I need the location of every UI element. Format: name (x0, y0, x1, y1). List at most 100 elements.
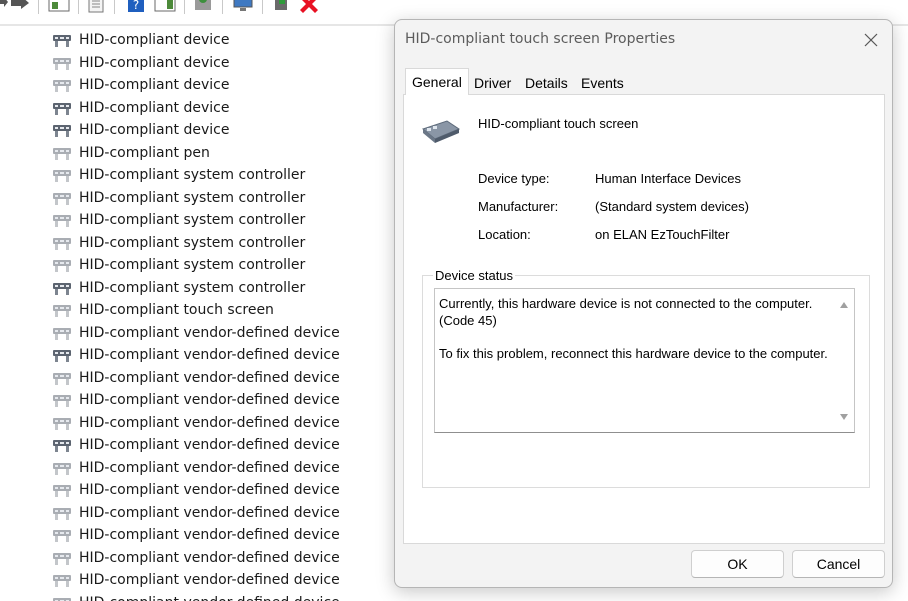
tab-driver[interactable]: Driver (474, 72, 511, 94)
close-button[interactable] (856, 26, 886, 54)
cancel-button[interactable]: Cancel (792, 550, 885, 578)
device-tree-item[interactable]: HID-compliant vendor-defined device (52, 389, 340, 411)
update-driver-icon[interactable] (272, 0, 292, 14)
device-tree-item[interactable]: HID-compliant system controller (52, 187, 305, 209)
hid-device-icon (53, 237, 71, 250)
device-type-label: Device type: (478, 171, 550, 186)
device-status-textbox[interactable]: Currently, this hardware device is not c… (434, 288, 855, 433)
dialog-titlebar[interactable]: HID-compliant touch screen Properties (395, 20, 892, 60)
device-tree-item[interactable]: HID-compliant vendor-defined device (52, 524, 340, 546)
device-tree-item[interactable]: HID-compliant system controller (52, 164, 305, 186)
hid-device-icon (53, 260, 71, 272)
device-name: HID-compliant touch screen (478, 116, 639, 131)
device-tree-item[interactable]: HID-compliant vendor-defined device (52, 502, 340, 524)
back-arrow-icon[interactable] (0, 0, 8, 14)
tab-events[interactable]: Events (581, 72, 624, 94)
action-pane-icon[interactable] (154, 0, 176, 14)
device-tree-item[interactable]: HID-compliant system controller (52, 232, 305, 254)
hid-device-icon (53, 350, 71, 362)
forward-arrow-icon[interactable] (10, 0, 30, 14)
device-tree-item[interactable]: HID-compliant device (52, 119, 229, 141)
hid-device-icon (53, 35, 71, 47)
device-tree-item[interactable]: HID-compliant vendor-defined device (52, 412, 340, 434)
device-tree-item-label: HID-compliant system controller (79, 234, 306, 251)
hid-device-icon (53, 507, 71, 520)
properties-dialog: HID-compliant touch screen Properties Ge… (394, 19, 893, 588)
device-tree-item[interactable]: HID-compliant system controller (52, 209, 305, 231)
tab-details[interactable]: Details (525, 72, 568, 94)
device-tree-item-label: HID-compliant vendor-defined device (79, 324, 340, 341)
device-tree-item[interactable]: HID-compliant vendor-defined device (52, 367, 340, 389)
device-tree-item[interactable]: HID-compliant vendor-defined device (52, 457, 340, 479)
hid-device-icon (53, 327, 71, 340)
hid-device-icon (53, 372, 71, 385)
device-tree-item[interactable]: HID-compliant vendor-defined device (52, 434, 340, 456)
device-tree: HID-compliant device HID-compliant device… (0, 28, 395, 601)
status-paragraph: Currently, this hardware device is not c… (439, 296, 813, 328)
hid-device-icon (53, 125, 71, 137)
monitor-icon[interactable] (232, 0, 254, 14)
device-tree-item-label: HID-compliant device (79, 77, 230, 93)
device-tree-item[interactable]: HID-compliant vendor-defined device (52, 569, 340, 591)
device-type-value: Human Interface Devices (595, 171, 741, 186)
properties-icon[interactable] (86, 0, 106, 14)
hid-device-icon (53, 192, 71, 205)
location-value: on ELAN EzTouchFilter (595, 227, 730, 242)
ok-button[interactable]: OK (691, 550, 784, 578)
scroll-up-arrow-icon[interactable] (840, 302, 848, 308)
hid-device-icon (53, 305, 71, 317)
general-tab-panel: HID-compliant touch screen Device type: … (403, 94, 885, 544)
device-tree-item-label: HID-compliant vendor-defined device (79, 414, 340, 431)
device-status-group: Device status Currently, this hardware d… (422, 268, 870, 488)
svg-text:?: ? (133, 0, 139, 12)
tab-general[interactable]: General (405, 68, 469, 95)
device-tree-item[interactable]: HID-compliant touch screen (52, 299, 274, 321)
device-tree-item-label: HID-compliant vendor-defined device (79, 482, 340, 498)
device-tree-item-label: HID-compliant vendor-defined device (79, 572, 340, 588)
hid-device-icon (53, 147, 71, 160)
scan-hardware-icon[interactable] (192, 0, 214, 14)
device-tree-item-label: HID-compliant system controller (79, 189, 306, 206)
hid-device-icon (53, 80, 71, 92)
device-tree-item[interactable]: HID-compliant pen (52, 142, 210, 164)
device-tree-item[interactable]: HID-compliant device (52, 97, 229, 119)
device-tree-item-label: HID-compliant pen (79, 144, 210, 161)
status-paragraph: To fix this problem, reconnect this hard… (439, 345, 828, 361)
hid-device-icon (53, 485, 71, 497)
device-tree-item[interactable]: HID-compliant vendor-defined device (52, 547, 340, 569)
scroll-down-arrow-icon[interactable] (840, 414, 848, 420)
device-tree-item[interactable]: HID-compliant vendor-defined device (52, 479, 340, 501)
device-tree-item-label: HID-compliant vendor-defined device (79, 549, 340, 566)
device-tree-item-label: HID-compliant vendor-defined device (79, 347, 340, 363)
device-tree-item[interactable]: HID-compliant vendor-defined device (52, 592, 340, 601)
hid-device-icon (53, 417, 71, 430)
device-tree-item-label: HID-compliant system controller (79, 279, 306, 296)
device-tree-item-label: HID-compliant vendor-defined device (79, 504, 340, 521)
device-tree-item-label: HID-compliant system controller (79, 212, 306, 228)
device-tree-item[interactable]: HID-compliant device (52, 52, 229, 74)
dialog-title: HID-compliant touch screen Properties (405, 31, 676, 47)
device-tree-item-label: HID-compliant vendor-defined device (79, 459, 340, 476)
device-tree-item-label: HID-compliant system controller (79, 167, 306, 183)
hid-device-icon (53, 57, 71, 70)
help-icon[interactable]: ? (126, 0, 146, 14)
device-tree-item[interactable]: HID-compliant device (52, 74, 229, 96)
device-tree-item[interactable]: HID-compliant system controller (52, 277, 305, 299)
device-tree-item-label: HID-compliant vendor-defined device (79, 392, 340, 408)
close-icon (864, 33, 878, 47)
uninstall-device-icon[interactable] (300, 0, 320, 14)
device-tree-item-label: HID-compliant vendor-defined device (79, 437, 340, 453)
show-hide-console-tree-icon[interactable] (48, 0, 70, 14)
hid-device-icon (53, 552, 71, 565)
device-tree-item[interactable]: HID-compliant vendor-defined device (52, 344, 340, 366)
device-tree-item-label: HID-compliant device (79, 99, 230, 116)
device-tree-item[interactable]: HID-compliant system controller (52, 254, 305, 276)
touch-screen-device-icon (421, 120, 461, 143)
hid-device-icon (53, 282, 71, 295)
device-tree-item-label: HID-compliant device (79, 54, 230, 71)
hid-device-icon (53, 462, 71, 475)
device-tree-item[interactable]: HID-compliant vendor-defined device (52, 322, 340, 344)
device-tree-item[interactable]: HID-compliant device (52, 29, 229, 51)
device-tree-item-label: HID-compliant touch screen (79, 302, 274, 318)
device-tree-item-label: HID-compliant device (79, 122, 230, 138)
